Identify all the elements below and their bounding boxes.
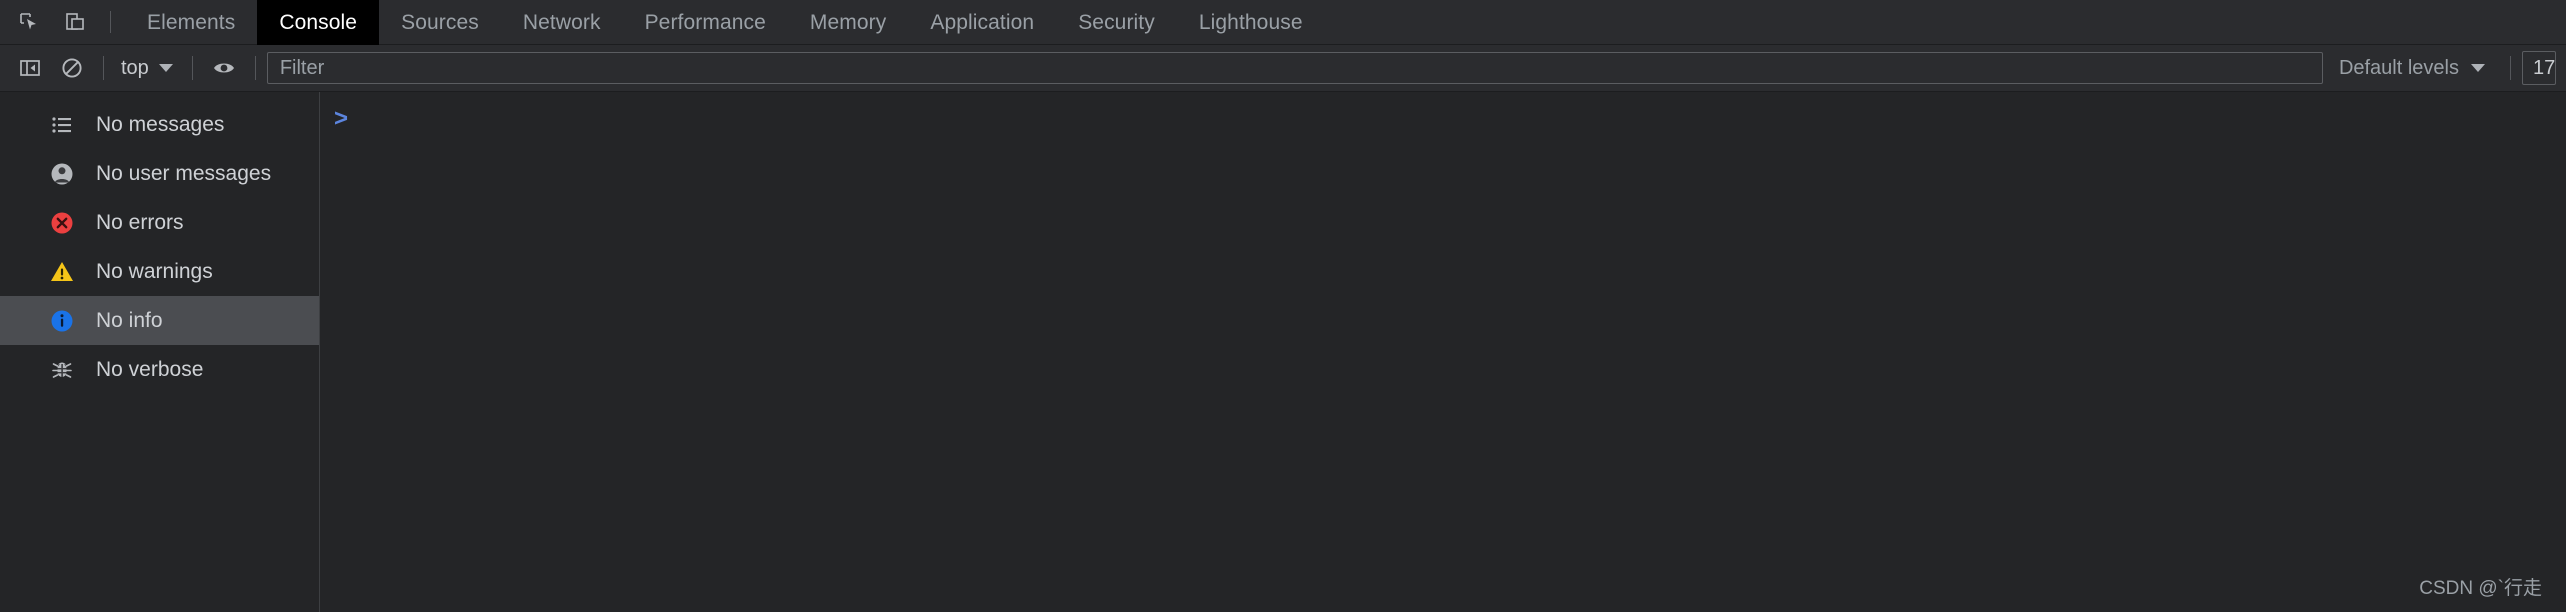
csdn-watermark: CSDN @`行走 (2419, 578, 2542, 599)
warning-icon (48, 258, 76, 286)
devtools-tabbar: Elements Console Sources Network Perform… (0, 0, 2566, 45)
tab-security[interactable]: Security (1056, 0, 1177, 45)
sidebar-item-info[interactable]: No info (0, 296, 319, 345)
console-toolbar: top Default levels 17 (0, 45, 2566, 92)
tab-lighthouse[interactable]: Lighthouse (1177, 0, 1325, 45)
tab-performance[interactable]: Performance (623, 0, 788, 45)
tab-label: Sources (401, 10, 479, 34)
sidebar-item-label: No verbose (96, 357, 204, 381)
log-levels-selector[interactable]: Default levels (2325, 57, 2499, 80)
console-body: No messages No user messages No errors N… (0, 92, 2566, 612)
tab-sources[interactable]: Sources (379, 0, 501, 45)
execution-context-value: top (121, 56, 149, 79)
panel-tabs: Elements Console Sources Network Perform… (125, 0, 1325, 45)
tab-elements[interactable]: Elements (125, 0, 257, 45)
sidebar-item-label: No info (96, 308, 163, 332)
tabbar-divider (110, 11, 111, 33)
bug-icon (48, 356, 76, 384)
tab-label: Console (279, 10, 358, 34)
tab-network[interactable]: Network (501, 0, 623, 45)
devtools-window: Elements Console Sources Network Perform… (0, 0, 2566, 612)
clear-console-icon[interactable] (52, 49, 92, 87)
console-prompt-row[interactable]: > (320, 102, 2566, 136)
tab-label: Security (1078, 10, 1155, 34)
sidebar-item-warnings[interactable]: No warnings (0, 247, 319, 296)
chevron-down-icon (158, 64, 173, 72)
execution-context-selector[interactable]: top (115, 51, 181, 85)
tab-label: Memory (809, 10, 887, 34)
error-icon (48, 209, 76, 237)
device-toolbar-icon[interactable] (56, 3, 94, 41)
tab-memory[interactable]: Memory (788, 0, 908, 45)
info-icon (48, 307, 76, 335)
toolbar-divider-2 (191, 56, 193, 80)
toolbar-divider-4 (2510, 56, 2511, 80)
tab-label: Elements (147, 10, 236, 34)
tab-label: Performance (644, 10, 766, 34)
log-levels-label: Default levels (2338, 56, 2459, 79)
sidebar-item-label: No messages (96, 112, 225, 136)
sidebar-item-label: No errors (96, 210, 184, 234)
person-icon (48, 160, 76, 188)
tab-application[interactable]: Application (908, 0, 1056, 45)
toolbar-divider-3 (254, 56, 256, 80)
live-expression-eye-icon[interactable] (204, 49, 244, 87)
sidebar-item-label: No warnings (96, 259, 213, 283)
sidebar-item-verbose[interactable]: No verbose (0, 345, 319, 394)
console-sidebar-toggle-icon[interactable] (10, 49, 50, 87)
issues-counter[interactable]: 17 (2522, 51, 2556, 85)
sidebar-item-label: No user messages (96, 161, 272, 185)
issues-count-label: 17 (2533, 56, 2556, 79)
tab-console[interactable]: Console (257, 0, 380, 45)
sidebar-item-user-messages[interactable]: No user messages (0, 149, 319, 198)
inspect-cursor-icon[interactable] (10, 3, 48, 41)
console-sidebar: No messages No user messages No errors N… (0, 92, 320, 612)
tab-label: Application (930, 10, 1035, 34)
filter-input[interactable] (266, 52, 2323, 84)
tabbar-tool-icons (0, 0, 125, 44)
tab-label: Network (522, 10, 601, 34)
prompt-chevron-icon: > (334, 105, 349, 132)
sidebar-item-messages[interactable]: No messages (0, 100, 319, 149)
list-icon (48, 111, 76, 139)
tab-label: Lighthouse (1198, 10, 1303, 34)
toolbar-divider-1 (103, 56, 104, 80)
chevron-down-icon (2471, 64, 2485, 72)
sidebar-item-errors[interactable]: No errors (0, 198, 319, 247)
console-message-area[interactable]: > CSDN @`行走 (320, 92, 2566, 612)
